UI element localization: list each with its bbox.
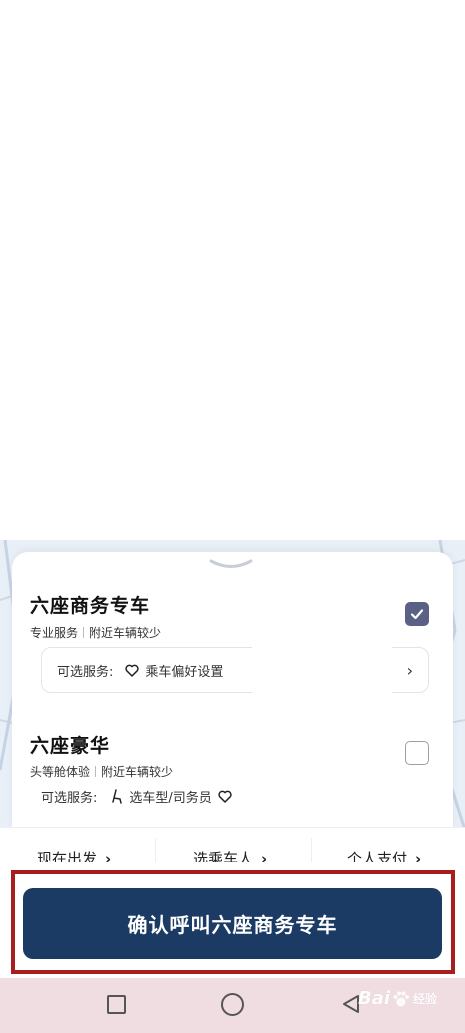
car-tag: 附近车辆较少 [101, 765, 174, 779]
ride-preference-option[interactable]: 乘车偏好设置 [125, 661, 223, 680]
paw-icon [393, 991, 410, 1006]
car-option-title[interactable]: 六座豪华 [30, 731, 110, 758]
select-model-option[interactable]: 选车型/司务员 [111, 787, 232, 806]
seat-icon [112, 789, 123, 804]
watermark-suffix: 经验 [413, 992, 438, 1006]
system-navigation-bar: Bai 经验 [0, 978, 465, 1033]
home-icon[interactable] [221, 993, 244, 1016]
car-option-tags: 头等舱体验 附近车辆较少 [30, 763, 173, 780]
heart-icon [218, 790, 232, 803]
services-label: 可选服务: [57, 664, 114, 680]
services-label: 可选服务: [41, 791, 98, 806]
watermark-text: Bai [358, 988, 391, 1009]
check-icon [410, 609, 424, 620]
car-option-tags: 专业服务 附近车辆较少 [30, 624, 161, 641]
tag-separator [83, 627, 85, 638]
sheet-handle-icon[interactable] [205, 558, 257, 572]
confirm-call-button[interactable]: 确认呼叫六座商务专车 [23, 888, 442, 959]
blank-overlay [252, 585, 392, 720]
car-tag: 头等舱体验 [30, 765, 91, 779]
heart-icon [125, 664, 140, 677]
car-option-title[interactable]: 六座商务专车 [30, 591, 150, 618]
car-tag: 专业服务 [30, 626, 79, 640]
select-model-label: 选车型/司务员 [129, 791, 212, 806]
baidu-watermark: Bai 经验 [358, 988, 437, 1009]
car-select-checkbox[interactable] [405, 741, 429, 765]
car-select-checkbox-checked[interactable] [405, 602, 429, 626]
optional-services-row[interactable]: 可选服务: 选车型/司务员 [41, 787, 232, 806]
tag-separator [95, 766, 97, 777]
car-tag: 附近车辆较少 [89, 626, 162, 640]
ride-preference-label: 乘车偏好设置 [145, 664, 224, 680]
chevron-right-icon: › [406, 661, 413, 680]
recent-apps-icon[interactable] [107, 995, 126, 1014]
